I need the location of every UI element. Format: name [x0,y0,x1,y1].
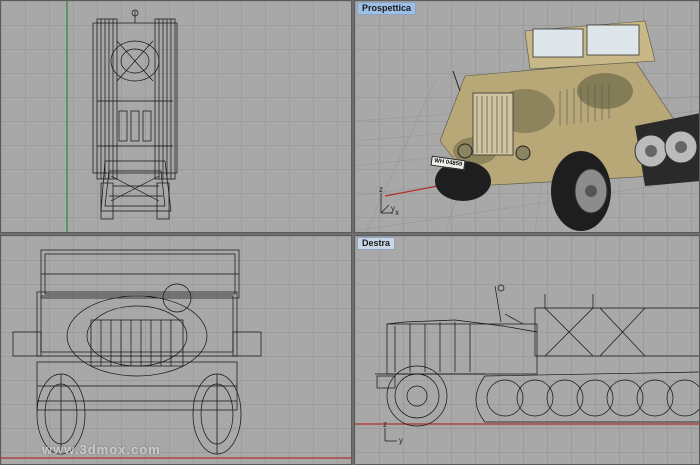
front-view-wireframe [1,249,351,459]
viewport-title-perspective[interactable]: Prospettica [357,2,417,15]
axis-z-label: z [379,185,383,194]
perspective-render [355,20,699,232]
top-view-wireframe [66,1,178,232]
viewport-title-right[interactable]: Destra [357,237,396,250]
right-axis-y-label: y [399,436,403,445]
watermark: www.3dmox.com [42,442,161,457]
axis-x-label: x [395,208,399,217]
right-view-wireframe [355,284,699,442]
viewport-perspective[interactable]: Prospettica WH 04859 z y x [354,0,700,233]
viewport-front[interactable] [0,235,352,465]
right-axis-z-label: z [383,420,387,429]
viewport-top[interactable] [0,0,352,233]
viewport-right[interactable]: Destra z y [354,235,700,465]
